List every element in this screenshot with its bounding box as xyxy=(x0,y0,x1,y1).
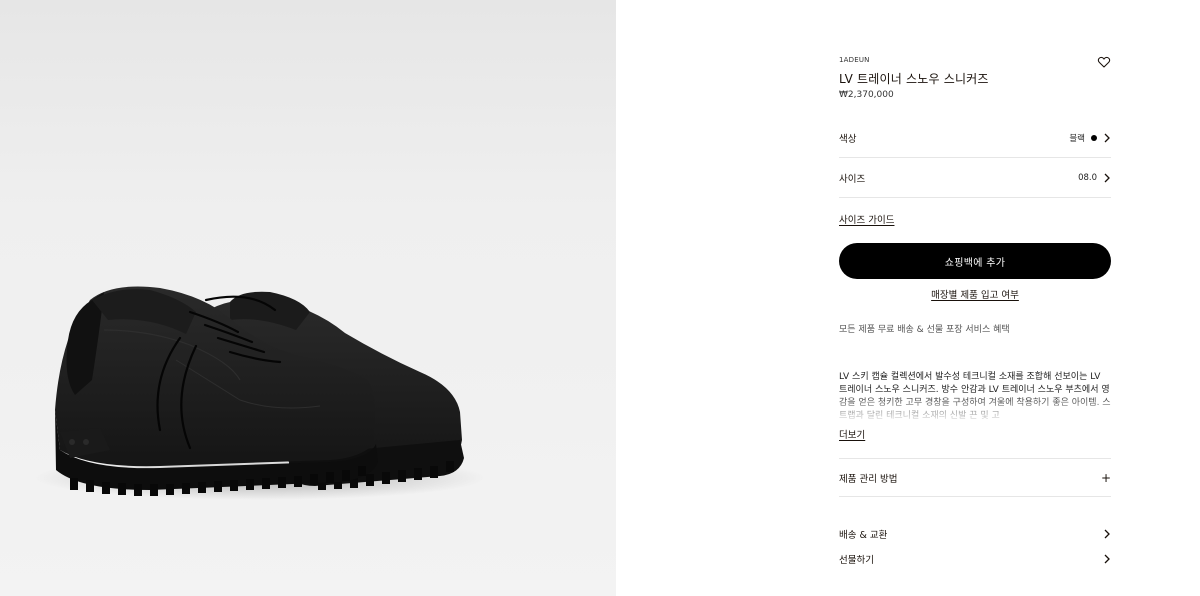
chevron-right-icon xyxy=(1104,529,1110,539)
product-image xyxy=(0,0,616,596)
color-value: 블랙 xyxy=(1069,133,1085,144)
gift-link[interactable]: 선물하기 xyxy=(839,552,1111,566)
care-instructions-toggle[interactable]: 제품 관리 방법 + xyxy=(839,458,1111,497)
read-more-link[interactable]: 더보기 xyxy=(839,427,865,441)
product-description: LV 스키 캡슐 컬렉션에서 발수성 테크니컬 소재를 조합해 선보이는 LV … xyxy=(839,371,1111,423)
product-price: ₩2,370,000 xyxy=(839,90,894,100)
shipping-returns-label: 배송 & 교환 xyxy=(839,530,888,541)
color-selector[interactable]: 색상 블랙 xyxy=(839,118,1111,158)
description-fade xyxy=(839,393,1111,423)
chevron-right-icon xyxy=(1104,173,1110,182)
sneaker-illustration xyxy=(35,286,485,500)
size-label: 사이즈 xyxy=(839,173,866,185)
add-to-bag-button[interactable]: 쇼핑백에 추가 xyxy=(839,243,1111,279)
gift-label: 선물하기 xyxy=(839,555,874,566)
benefit-text: 모든 제품 무료 배송 & 선물 포장 서비스 혜택 xyxy=(839,325,1010,335)
color-swatch xyxy=(1091,134,1097,141)
shipping-returns-link[interactable]: 배송 & 교환 xyxy=(839,527,1111,541)
color-label: 색상 xyxy=(839,133,857,145)
care-label: 제품 관리 방법 xyxy=(839,473,898,485)
plus-icon: + xyxy=(1100,470,1111,485)
size-guide-link[interactable]: 사이즈 가이드 xyxy=(839,212,894,226)
wishlist-heart-icon[interactable] xyxy=(1097,54,1111,68)
chevron-right-icon xyxy=(1104,554,1110,564)
store-availability-link[interactable]: 매장별 제품 입고 여부 xyxy=(839,287,1111,301)
product-details-panel: 1ADEUN LV 트레이너 스노우 스니커즈 ₩2,370,000 색상 블랙… xyxy=(839,0,1111,596)
size-selector[interactable]: 사이즈 08.0 xyxy=(839,158,1111,198)
product-sku: 1ADEUN xyxy=(839,56,870,64)
chevron-right-icon xyxy=(1104,133,1110,142)
size-value: 08.0 xyxy=(1078,172,1097,183)
product-title: LV 트레이너 스노우 스니커즈 xyxy=(839,72,989,86)
